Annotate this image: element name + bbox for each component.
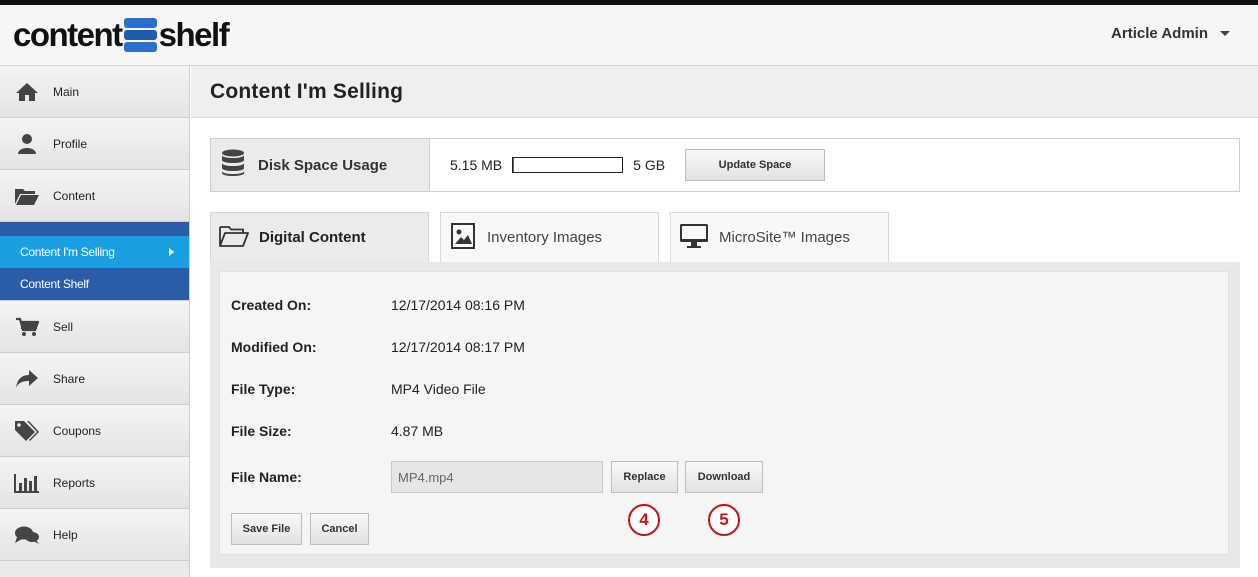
subnav-item-content-selling[interactable]: Content I'm Selling xyxy=(0,236,189,268)
tab-label: MicroSite™ Images xyxy=(719,229,850,246)
file-size-row: File Size: 4.87 MB xyxy=(231,423,443,439)
database-icon xyxy=(221,149,245,181)
logo-word-right: shelf xyxy=(158,16,230,53)
file-name-field[interactable]: MP4.mp4 xyxy=(391,461,603,493)
sidebar-item-label: Help xyxy=(53,527,78,542)
sidebar-item-profile[interactable]: Profile xyxy=(0,118,189,170)
sidebar: Main Profile Content Content I'm Selling… xyxy=(0,66,190,577)
monitor-icon xyxy=(679,223,709,253)
sidebar-item-label: Coupons xyxy=(53,423,102,438)
file-type-row: File Type: MP4 Video File xyxy=(231,381,486,397)
sidebar-item-coupons[interactable]: Coupons xyxy=(0,405,189,457)
sidebar-item-label: Share xyxy=(53,371,86,386)
sidebar-item-main[interactable]: Main xyxy=(0,66,189,118)
cart-icon xyxy=(14,316,40,338)
chevron-right-icon xyxy=(169,248,174,256)
sidebar-item-label: Profile xyxy=(53,136,88,151)
callout-marker-5: 5 xyxy=(708,504,740,536)
logo-word-left: content xyxy=(13,16,123,53)
tab-label: Digital Content xyxy=(259,229,366,246)
created-on-row: Created On: 12/17/2014 08:16 PM xyxy=(231,297,525,313)
cancel-button[interactable]: Cancel xyxy=(310,513,369,545)
content-subnav: Content I'm Selling Content Shelf xyxy=(0,222,189,301)
form-actions: Save File Cancel xyxy=(231,513,369,545)
tab-microsite-images[interactable]: MicroSite™ Images xyxy=(670,212,889,262)
main-content: Content I'm Selling Disk Space Usage 5.1… xyxy=(191,66,1258,577)
disk-usage-label-cell: Disk Space Usage xyxy=(211,139,430,191)
created-on-label: Created On: xyxy=(231,297,312,313)
file-name-label: File Name: xyxy=(231,469,302,485)
modified-on-label: Modified On: xyxy=(231,339,317,355)
sidebar-item-sell[interactable]: Sell xyxy=(0,301,189,353)
chat-bubbles-icon xyxy=(14,524,40,546)
logo-shelf-mark xyxy=(123,18,157,52)
update-space-button[interactable]: Update Space xyxy=(685,149,826,181)
subnav-item-label: Content Shelf xyxy=(20,277,89,291)
disk-usage-values: 5.15 MB 5 GB Update Space xyxy=(430,139,826,191)
disk-total-value: 5 GB xyxy=(633,157,666,173)
file-type-value: MP4 Video File xyxy=(391,381,486,397)
file-size-label: File Size: xyxy=(231,423,292,439)
created-on-value: 12/17/2014 08:16 PM xyxy=(391,297,525,313)
sidebar-item-reports[interactable]: Reports xyxy=(0,457,189,509)
callout-marker-4: 4 xyxy=(628,504,660,536)
user-icon xyxy=(14,133,40,155)
download-button[interactable]: Download xyxy=(685,461,763,493)
disk-usage-label: Disk Space Usage xyxy=(258,156,388,174)
file-details-card: Created On: 12/17/2014 08:16 PM Modified… xyxy=(219,271,1229,555)
home-icon xyxy=(14,81,40,103)
page-title-bar: Content I'm Selling xyxy=(191,66,1258,118)
sidebar-item-label: Content xyxy=(53,188,96,203)
folder-open-icon xyxy=(14,185,40,207)
file-type-label: File Type: xyxy=(231,381,296,397)
modified-on-row: Modified On: 12/17/2014 08:17 PM xyxy=(231,339,525,355)
user-menu[interactable]: Article Admin xyxy=(1111,25,1230,42)
digital-content-panel: Created On: 12/17/2014 08:16 PM Modified… xyxy=(210,262,1240,568)
user-name: Article Admin xyxy=(1111,25,1208,42)
file-name-row: File Name: MP4.mp4 Replace Download xyxy=(231,461,763,493)
sidebar-item-help[interactable]: Help xyxy=(0,509,189,561)
disk-usage-bar xyxy=(512,157,624,173)
sidebar-item-share[interactable]: Share xyxy=(0,353,189,405)
file-size-value: 4.87 MB xyxy=(391,423,444,439)
chevron-down-icon xyxy=(1220,31,1230,36)
app-header: content shelf Article Admin xyxy=(0,5,1258,66)
bar-chart-icon xyxy=(14,472,40,494)
page-title: Content I'm Selling xyxy=(210,79,404,103)
subnav-item-label: Content I'm Selling xyxy=(20,245,115,259)
sidebar-item-label: Reports xyxy=(53,475,96,490)
replace-button[interactable]: Replace xyxy=(611,461,678,493)
tags-icon xyxy=(14,420,40,442)
subnav-item-content-shelf[interactable]: Content Shelf xyxy=(0,268,189,300)
folder-open-icon xyxy=(219,224,249,252)
tab-inventory-images[interactable]: Inventory Images xyxy=(440,212,659,262)
contentshelf-logo[interactable]: content shelf xyxy=(13,16,230,53)
sidebar-item-label: Sell xyxy=(53,319,74,334)
sidebar-item-label: Main xyxy=(53,84,80,99)
image-icon xyxy=(449,222,477,254)
sidebar-item-content[interactable]: Content xyxy=(0,170,189,222)
disk-used-value: 5.15 MB xyxy=(450,157,503,173)
disk-usage-box: Disk Space Usage 5.15 MB 5 GB Update Spa… xyxy=(210,138,1240,192)
save-file-button[interactable]: Save File xyxy=(231,513,302,545)
tab-digital-content[interactable]: Digital Content xyxy=(210,212,429,262)
modified-on-value: 12/17/2014 08:17 PM xyxy=(391,339,525,355)
share-arrow-icon xyxy=(14,368,40,390)
content-tabs: Digital Content Inventory Images MicroSi… xyxy=(210,212,889,262)
tab-label: Inventory Images xyxy=(487,229,603,246)
